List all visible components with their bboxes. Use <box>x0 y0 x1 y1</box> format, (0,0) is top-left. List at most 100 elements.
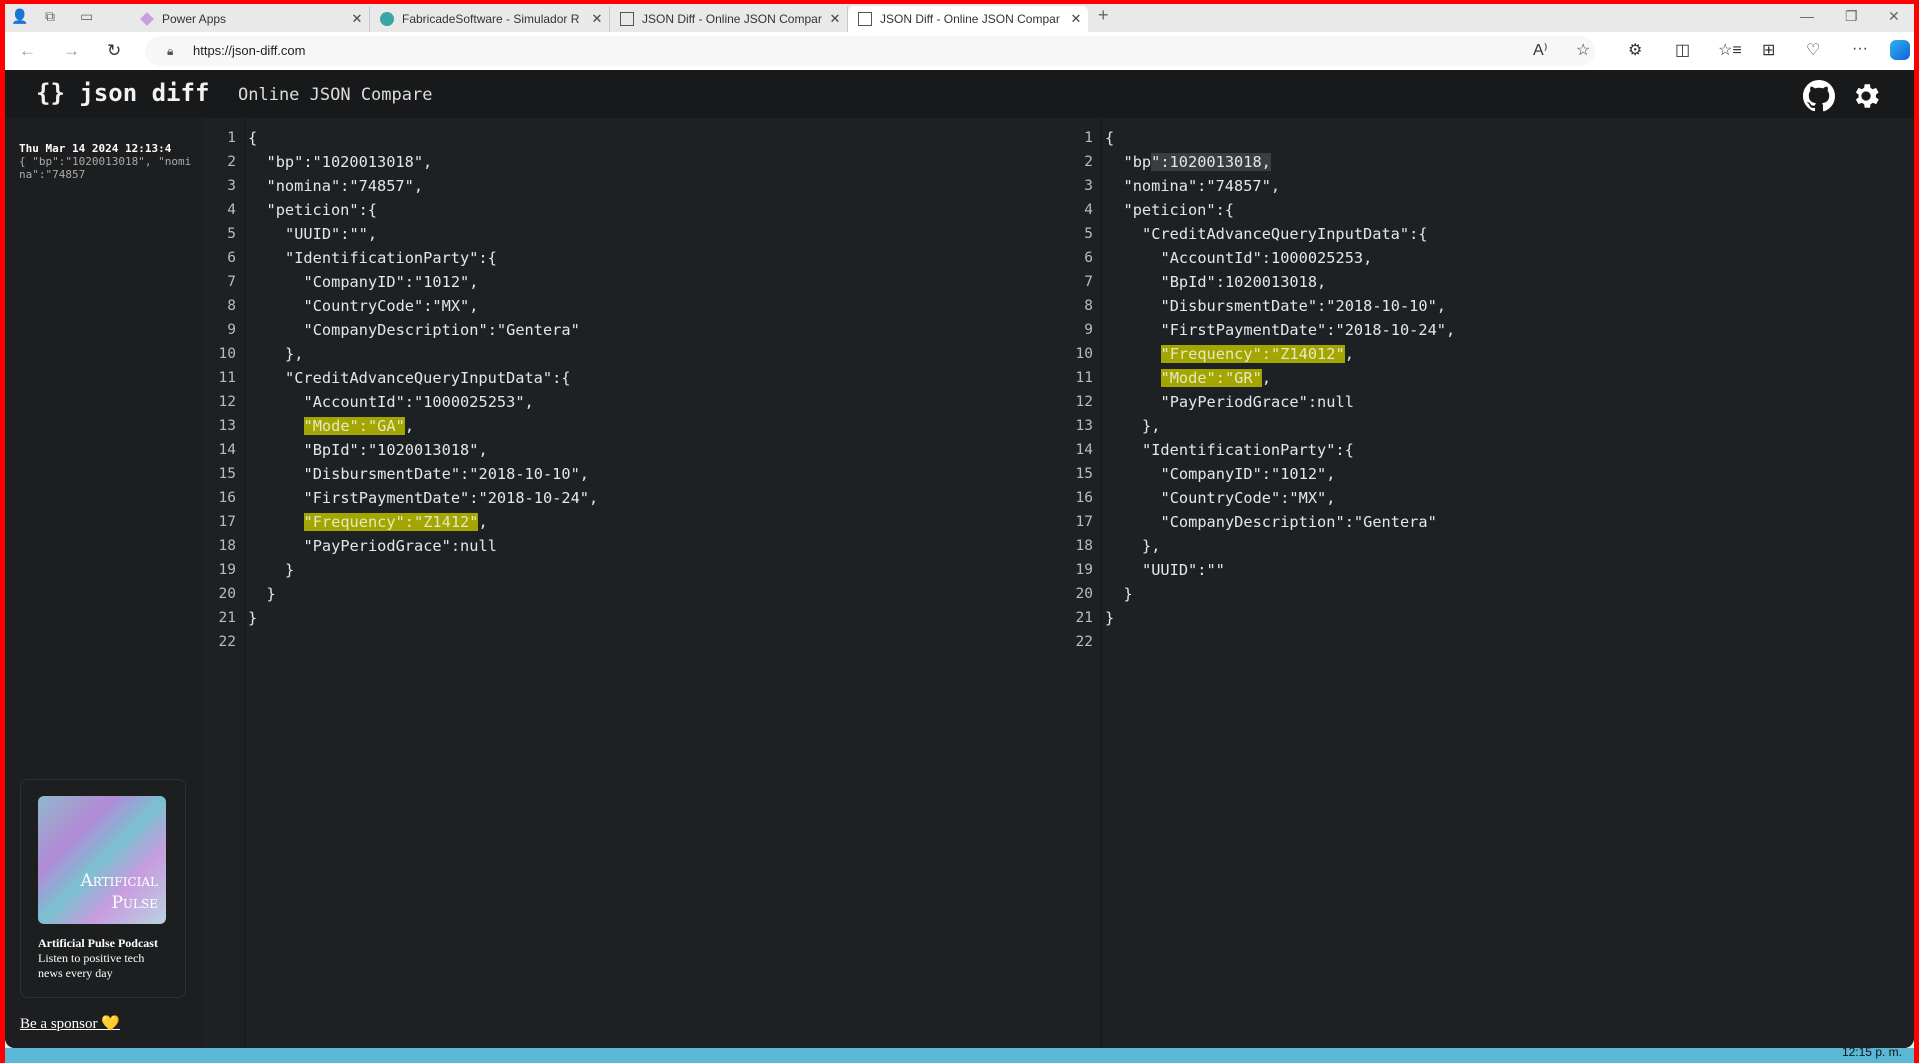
favorites-icon[interactable]: ☆≡ <box>1718 40 1742 60</box>
workspaces-icon[interactable]: ⧉ <box>45 8 55 25</box>
code-line[interactable]: "peticion":{ <box>1124 198 1235 222</box>
code-line[interactable]: "DisbursmentDate":"2018-10-10", <box>1161 294 1447 318</box>
code-line[interactable]: "CreditAdvanceQueryInputData":{ <box>1142 222 1428 246</box>
favorite-star-icon[interactable]: ☆ <box>1576 40 1590 60</box>
code-line[interactable]: "Mode":"GR", <box>1160 366 1272 390</box>
code-line[interactable]: "BpId":1020013018, <box>1161 270 1327 294</box>
code-line[interactable]: "BpId":"1020013018", <box>304 438 488 462</box>
code-line[interactable]: } <box>248 606 257 630</box>
code-line[interactable]: "FirstPaymentDate":"2018-10-24", <box>304 486 599 510</box>
line-number: 4 <box>1084 202 1093 218</box>
right-json-editor[interactable]: 1 2 3 4 5 6 7 8 9 10 11 12 13 14 15 16 17 18 19 20 21 22 {"bp… <box>1059 118 1914 1048</box>
code-line[interactable]: "nomina":"74857", <box>1124 174 1281 198</box>
copilot-icon[interactable] <box>1890 40 1910 60</box>
close-icon[interactable]: ✕ <box>1064 11 1088 27</box>
code-line[interactable]: } <box>285 558 294 582</box>
tab-json-diff-active[interactable]: JSON Diff - Online JSON Compar ✕ <box>848 6 1088 32</box>
logo[interactable]: {} json diff <box>36 79 209 107</box>
code-line[interactable]: "CompanyID":"1012", <box>304 270 479 294</box>
code-line[interactable]: "bp":"1020013018", <box>267 150 433 174</box>
code-text: "FirstPaymentDate":"2018-10-24", <box>303 489 599 507</box>
minimize-button[interactable]: — <box>1800 8 1814 24</box>
code-area[interactable]: { "bp":"1020013018", "nomina":"74857", "pet… <box>246 118 1059 1048</box>
code-line[interactable]: { <box>248 126 257 150</box>
close-icon[interactable]: ✕ <box>585 11 609 27</box>
code-line[interactable]: "nomina":"74857", <box>267 174 424 198</box>
code-line[interactable]: "CreditAdvanceQueryInputData":{ <box>285 366 571 390</box>
code-line[interactable]: "DisbursmentDate":"2018-10-10", <box>304 462 590 486</box>
forward-button[interactable]: → <box>63 41 80 61</box>
code-line[interactable]: "IdentificationParty":{ <box>1142 438 1354 462</box>
settings-gear-icon[interactable] <box>1850 80 1882 112</box>
code-line[interactable]: "Mode":"GA", <box>303 414 414 438</box>
code-line[interactable]: }, <box>285 342 303 366</box>
line-number: 20 <box>218 586 236 602</box>
close-icon[interactable]: ✕ <box>345 11 369 27</box>
code-text: , <box>1261 369 1272 387</box>
code-line[interactable]: "bp":1020013018, <box>1124 150 1271 174</box>
code-area[interactable]: { "bp":1020013018, "nomina":"74857", "petic… <box>1103 118 1914 1048</box>
line-number: 21 <box>218 610 236 626</box>
code-line[interactable]: } <box>1124 582 1133 606</box>
code-line[interactable]: "UUID":"", <box>285 222 377 246</box>
restore-button[interactable]: ❐ <box>1845 8 1858 25</box>
tab-actions-icon[interactable]: ▭ <box>80 8 93 25</box>
code-text: } <box>266 585 276 603</box>
close-window-button[interactable]: ✕ <box>1888 8 1900 25</box>
left-json-editor[interactable]: 1 2 3 4 5 6 7 8 9 10 11 12 13 14 15 16 17 18 19 20 21 22 {"bp… <box>202 118 1059 1048</box>
code-line[interactable]: "UUID":"" <box>1142 558 1225 582</box>
back-button[interactable]: ← <box>19 41 36 61</box>
code-line[interactable]: "Frequency":"Z1412", <box>303 510 488 534</box>
code-line[interactable]: "CountryCode":"MX", <box>1161 486 1336 510</box>
new-tab-button[interactable]: + <box>1098 5 1109 26</box>
diff-highlight: "Frequency":"Z14012" <box>1160 345 1345 363</box>
code-line[interactable]: "peticion":{ <box>267 198 378 222</box>
code-text: "CreditAdvanceQueryInputData":{ <box>285 369 571 387</box>
tab-json-diff[interactable]: JSON Diff - Online JSON Compar ✕ <box>610 6 848 32</box>
code-line[interactable]: "AccountId":1000025253, <box>1161 246 1373 270</box>
code-line[interactable]: "CompanyDescription":"Gentera" <box>304 318 580 342</box>
line-number: 4 <box>227 202 236 218</box>
tab-power-apps[interactable]: Power Apps ✕ <box>130 6 370 32</box>
tab-fabricade[interactable]: FabricadeSoftware - Simulador R ✕ <box>370 6 610 32</box>
code-text: "DisbursmentDate":"2018-10-10", <box>303 465 590 483</box>
browser-essentials-icon[interactable]: ♡ <box>1806 40 1820 60</box>
line-number: 6 <box>1084 250 1093 266</box>
refresh-button[interactable]: ↻ <box>107 41 121 61</box>
extensions-icon[interactable]: ⚙︎ <box>1628 40 1642 60</box>
code-line[interactable]: } <box>267 582 276 606</box>
code-line[interactable]: } <box>1105 606 1114 630</box>
code-text: "CountryCode":"MX", <box>303 297 479 315</box>
history-item[interactable]: Thu Mar 14 2024 12:13:4 { "bp":"10200130… <box>19 142 194 181</box>
code-line[interactable]: "CompanyDescription":"Gentera" <box>1161 510 1437 534</box>
close-icon[interactable]: ✕ <box>823 11 847 27</box>
split-screen-icon[interactable]: ◫ <box>1675 40 1690 60</box>
code-line[interactable]: "AccountId":"1000025253", <box>304 390 534 414</box>
code-line[interactable]: "FirstPaymentDate":"2018-10-24", <box>1161 318 1456 342</box>
line-number: 12 <box>1075 394 1093 410</box>
url-input[interactable]: 🔒︎ https://json-diff.com <box>145 36 1595 66</box>
line-number: 11 <box>1075 370 1093 386</box>
read-aloud-icon[interactable]: A⁾ <box>1533 40 1548 60</box>
sponsor-title: Artificial Pulse Podcast <box>38 936 158 950</box>
code-line[interactable]: "Frequency":"Z14012", <box>1160 342 1354 366</box>
collections-icon[interactable]: ⊞ <box>1762 40 1775 60</box>
profile-icon[interactable]: 👤 <box>11 8 28 25</box>
github-icon[interactable] <box>1803 80 1835 112</box>
line-number: 21 <box>1075 610 1093 626</box>
be-a-sponsor-link[interactable]: Be a sponsor 💛 <box>20 1014 120 1033</box>
code-line[interactable]: "CountryCode":"MX", <box>304 294 479 318</box>
code-line[interactable]: "CompanyID":"1012", <box>1161 462 1336 486</box>
line-number: 5 <box>227 226 236 242</box>
code-text: } <box>1123 585 1133 603</box>
code-line[interactable]: }, <box>1142 534 1160 558</box>
code-line[interactable]: { <box>1105 126 1114 150</box>
code-line[interactable]: }, <box>1142 414 1160 438</box>
code-line[interactable]: "PayPeriodGrace":null <box>1161 390 1354 414</box>
sponsor-card[interactable]: Artificial Pulse Artificial Pulse Podcas… <box>20 779 186 998</box>
line-number: 6 <box>227 250 236 266</box>
line-number: 12 <box>218 394 236 410</box>
code-line[interactable]: "IdentificationParty":{ <box>285 246 497 270</box>
code-line[interactable]: "PayPeriodGrace":null <box>304 534 497 558</box>
more-icon[interactable]: ··· <box>1852 40 1868 58</box>
